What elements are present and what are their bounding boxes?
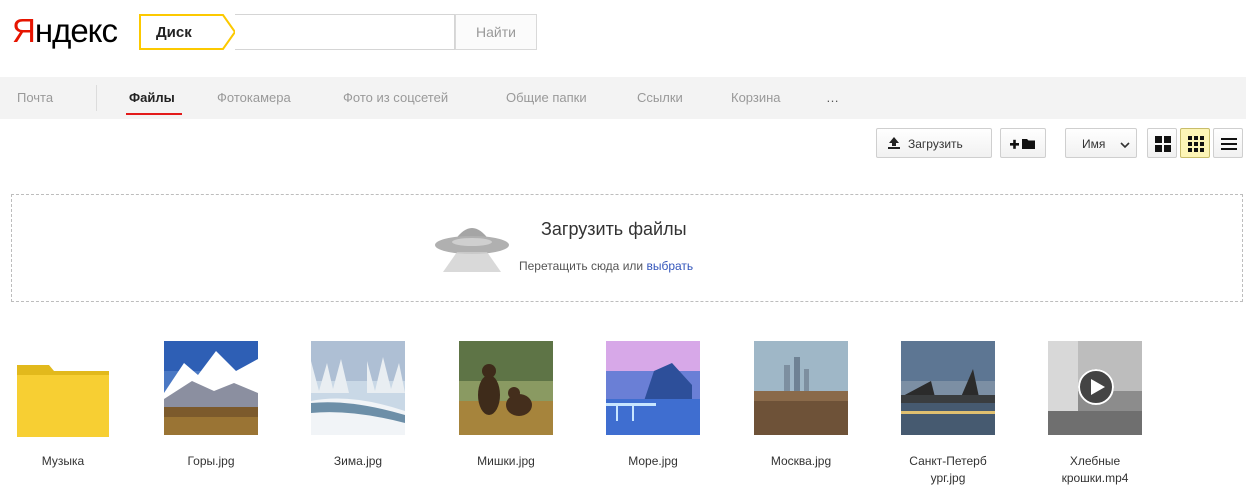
winter-thumbnail [311,341,405,435]
video-thumbnail [1048,341,1142,435]
service-tag-label: Диск [156,24,192,41]
file-name-line: ург.jpg [930,471,966,485]
view-list-button[interactable] [1213,128,1243,158]
yandex-logo[interactable]: Яндекс [12,12,118,50]
file-name: Музыка [41,454,85,468]
file-name: Москва.jpg [770,454,832,468]
view-small-icons-button[interactable] [1180,128,1210,158]
chevron-down-icon [1120,142,1130,149]
nav-trash[interactable]: Корзина [731,90,781,105]
search-input[interactable] [235,14,455,50]
file-name-line: Хлебные [1069,454,1121,468]
play-icon[interactable] [1078,369,1114,405]
sea-thumbnail [606,341,700,435]
small-grid-icon [1188,136,1204,152]
sort-button[interactable]: Имя [1065,128,1137,158]
service-nav: Почта Файлы Фотокамера Фото из соцсетей … [0,77,1246,119]
upload-button[interactable]: Загрузить [876,128,992,158]
bears-thumbnail [459,341,553,435]
search-button[interactable]: Найти [455,14,537,50]
nav-camera[interactable]: Фотокамера [217,90,291,105]
search-box: Диск Найти [139,14,537,50]
logo-letter-ya: Я [12,12,36,49]
mountains-thumbnail [164,341,258,435]
nav-social-photos[interactable]: Фото из соцсетей [343,90,448,105]
logo-text: ндекс [34,12,118,49]
new-folder-icon [1010,139,1035,149]
upload-button-label: Загрузить [908,137,963,151]
nav-shared-folders[interactable]: Общие папки [506,90,587,105]
file-name: Мишки.jpg [477,454,535,468]
service-tag[interactable]: Диск [139,14,221,50]
upload-icon [888,137,900,149]
ufo-icon [435,228,509,272]
large-grid-icon [1155,136,1171,152]
file-name: Санкт-Петерб ург.jpg [885,453,1011,487]
dropzone-hint: Перетащить сюда или [519,259,644,273]
folder-icon [17,361,109,437]
moscow-thumbnail [754,341,848,435]
list-icon [1221,138,1237,150]
nav-more[interactable]: … [826,90,841,105]
dropzone-title: Загрузить файлы [541,219,687,239]
file-name: Горы.jpg [187,454,235,468]
view-large-icons-button[interactable] [1147,128,1177,158]
spb-thumbnail [901,341,995,435]
upload-dropzone[interactable]: Загрузить файлы Перетащить сюда или выбр… [11,194,1243,302]
file-name-line: крошки.mp4 [1061,471,1129,485]
nav-divider [96,85,97,111]
nav-links[interactable]: Ссылки [637,90,683,105]
file-name: Море.jpg [628,454,678,468]
nav-files[interactable]: Файлы [129,90,175,105]
nav-mail[interactable]: Почта [17,90,53,105]
file-name-line: Санкт-Петерб [909,454,987,468]
choose-files-link[interactable]: выбрать [646,259,693,273]
file-name: Хлебные крошки.mp4 [1032,453,1158,487]
dropzone-subtitle: Перетащить сюда или выбрать [519,259,693,273]
sort-button-label: Имя [1082,137,1106,151]
new-folder-button[interactable] [1000,128,1046,158]
file-name: Зима.jpg [333,454,383,468]
nav-active-underline [126,113,182,115]
